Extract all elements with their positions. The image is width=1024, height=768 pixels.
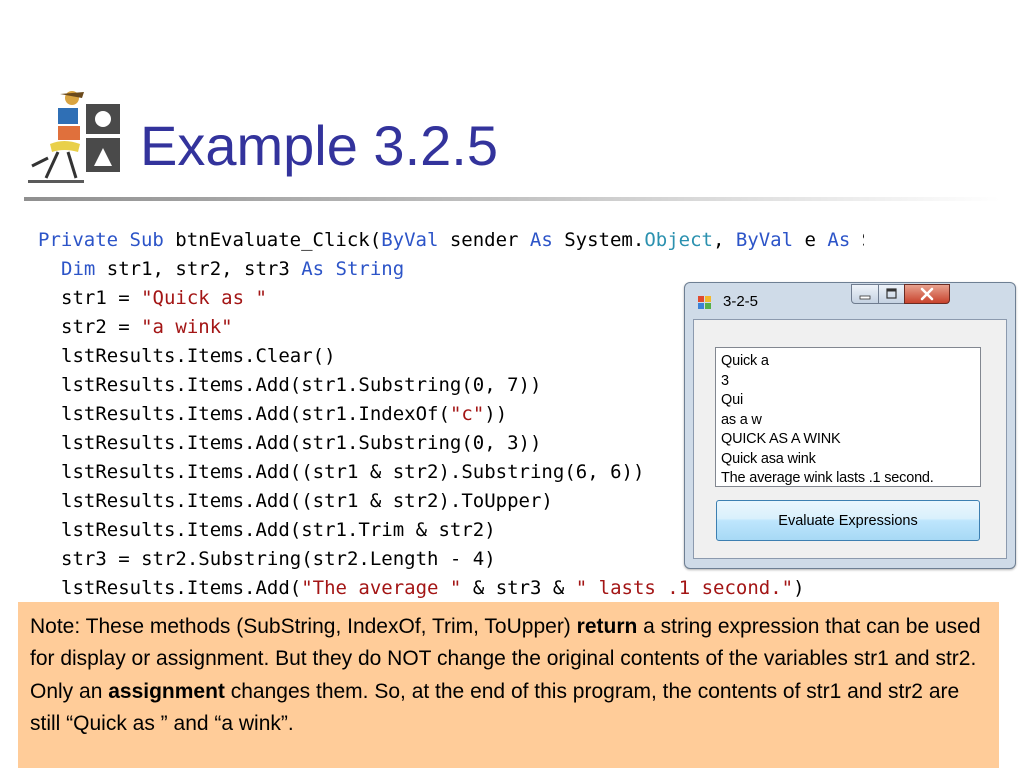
note-emphasis-assignment: assignment (108, 679, 225, 703)
code-line-1: Private Sub btnEvaluate_Click(ByVal send… (38, 229, 864, 251)
minimize-button[interactable] (851, 284, 879, 304)
list-item[interactable]: The average wink lasts .1 second. (721, 469, 980, 489)
results-listbox[interactable]: Quick a 3 Qui as a w QUICK AS A WINK Qui… (715, 347, 981, 487)
code-line-12: str3 = str2.Substring(str2.Length - 4) (61, 548, 496, 570)
app-window-icon (698, 296, 711, 309)
list-item[interactable]: Quick asa wink (721, 450, 980, 470)
list-item[interactable]: Qui (721, 391, 980, 411)
list-item[interactable]: QUICK AS A WINK (721, 430, 980, 450)
code-line-8: lstResults.Items.Add(str1.Substring(0, 3… (61, 432, 542, 454)
maximize-icon (886, 288, 897, 299)
code-line-6: lstResults.Items.Add(str1.Substring(0, 7… (61, 374, 542, 396)
code-line-13: lstResults.Items.Add("The average " & st… (61, 577, 805, 599)
window-title: 3-2-5 (723, 293, 759, 310)
note-text: Note: These methods (SubString, IndexOf,… (30, 615, 577, 638)
evaluate-expressions-button[interactable]: Evaluate Expressions (716, 500, 980, 541)
code-line-11: lstResults.Items.Add(str1.Trim & str2) (61, 519, 496, 541)
presentation-logo-icon (28, 91, 120, 183)
code-line-3: str1 = "Quick as " (61, 287, 267, 309)
code-line-9: lstResults.Items.Add((str1 & str2).Subst… (61, 461, 645, 483)
list-item[interactable]: 3 (721, 372, 980, 392)
code-line-4: str2 = "a wink" (61, 316, 233, 338)
close-button[interactable] (904, 284, 950, 304)
list-item[interactable]: as a w (721, 411, 980, 431)
form-client-area: Quick a 3 Qui as a w QUICK AS A WINK Qui… (693, 319, 1007, 559)
note-emphasis-return: return (576, 615, 638, 638)
code-line-10: lstResults.Items.Add((str1 & str2).ToUpp… (61, 490, 553, 512)
list-item[interactable]: Quick a (721, 352, 980, 372)
code-line-7: lstResults.Items.Add(str1.IndexOf("c")) (61, 403, 508, 425)
title-divider (24, 197, 1000, 201)
close-icon (920, 287, 934, 301)
code-line-5: lstResults.Items.Clear() (61, 345, 336, 367)
code-line-2: Dim str1, str2, str3 As String (61, 258, 405, 280)
minimize-icon (859, 295, 871, 300)
maximize-button[interactable] (878, 284, 905, 304)
slide-title: Example 3.2.5 (140, 114, 498, 177)
app-window: 3-2-5 Quick a 3 Qui as a w QUICK AS A WI… (684, 282, 1016, 569)
note-box: Note: These methods (SubString, IndexOf,… (18, 602, 999, 768)
